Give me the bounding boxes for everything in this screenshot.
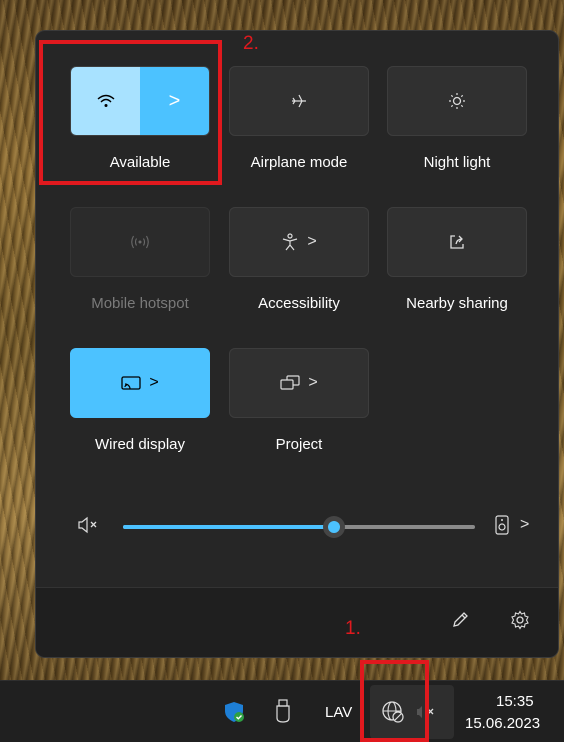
chevron-right-icon: >	[149, 374, 159, 391]
usb-tray-icon[interactable]	[275, 699, 291, 723]
night-light-label: Night light	[423, 154, 491, 171]
project-label: Project	[275, 436, 323, 453]
taskbar: LAV 15:35 15.06.2023	[0, 680, 564, 742]
airplane-mode-tile[interactable]	[229, 66, 369, 136]
mobile-hotspot-tile[interactable]	[70, 207, 210, 277]
annotation-number-1: 1.	[345, 618, 361, 639]
annotation-box-1	[360, 660, 429, 742]
defender-shield-icon	[223, 701, 245, 723]
nearby-sharing-tile[interactable]	[387, 207, 527, 277]
clock-date[interactable]: 15.06.2023	[465, 715, 540, 732]
pencil-icon	[451, 611, 469, 629]
sound-output-button[interactable]: >	[494, 515, 529, 535]
project-tile[interactable]: >	[229, 348, 369, 418]
brightness-icon	[448, 92, 466, 110]
nearby-sharing-label: Nearby sharing	[406, 295, 508, 312]
accessibility-icon	[281, 233, 299, 251]
chevron-right-icon: >	[520, 516, 530, 533]
chevron-right-icon: >	[307, 233, 317, 250]
gear-icon	[510, 610, 530, 630]
airplane-icon	[290, 93, 308, 109]
cast-icon	[121, 375, 141, 391]
usb-drive-icon	[275, 699, 291, 723]
speaker-device-icon	[494, 515, 510, 535]
annotation-number-2: 2.	[243, 33, 259, 54]
quick-settings-footer	[36, 587, 558, 657]
mobile-hotspot-label: Mobile hotspot	[91, 295, 189, 312]
chevron-right-icon: >	[308, 374, 318, 391]
airplane-mode-label: Airplane mode	[250, 154, 348, 171]
accessibility-label: Accessibility	[258, 295, 340, 312]
volume-slider-fill	[123, 525, 335, 529]
hotspot-icon	[130, 235, 150, 249]
project-icon	[280, 375, 300, 391]
share-icon	[448, 233, 466, 251]
wired-display-label: Wired display	[94, 436, 186, 453]
volume-mute-button[interactable]	[77, 516, 99, 534]
input-language-indicator[interactable]: LAV	[325, 704, 352, 721]
wired-display-tile[interactable]: >	[70, 348, 210, 418]
volume-slider-thumb[interactable]	[323, 516, 346, 538]
all-settings-button[interactable]	[510, 610, 530, 630]
windows-security-tray-icon[interactable]	[223, 701, 245, 723]
annotation-box-2	[39, 40, 222, 185]
speaker-muted-icon	[77, 516, 99, 534]
clock-time[interactable]: 15:35	[496, 693, 534, 710]
volume-slider[interactable]	[123, 516, 475, 538]
night-light-tile[interactable]	[387, 66, 527, 136]
accessibility-tile[interactable]: >	[229, 207, 369, 277]
edit-quick-settings-button[interactable]	[451, 611, 469, 629]
